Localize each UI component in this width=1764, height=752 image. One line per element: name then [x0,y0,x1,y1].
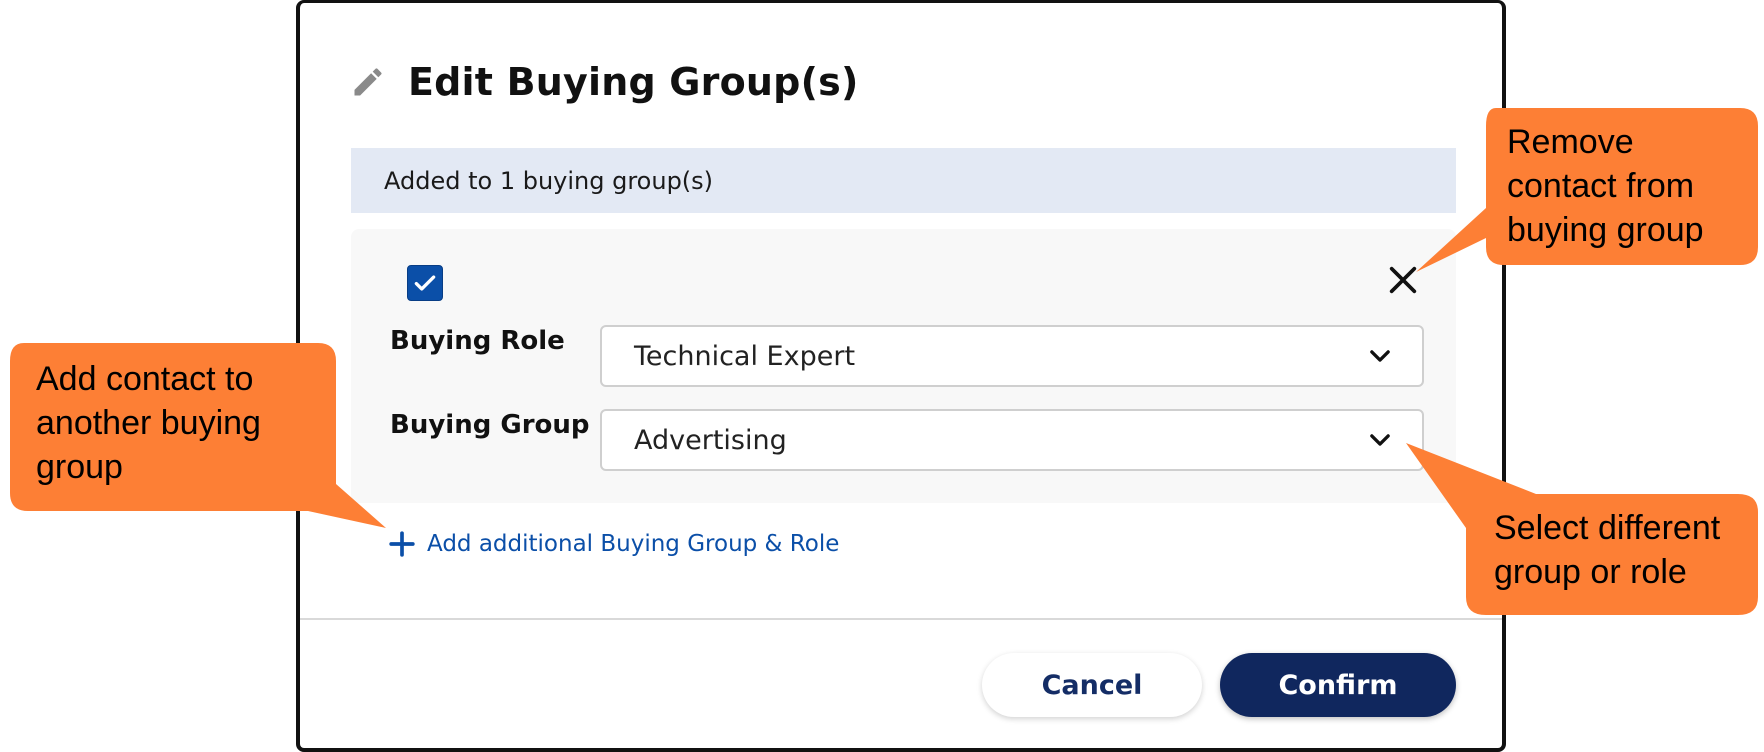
pencil-icon [354,68,382,96]
buying-role-select[interactable]: Technical Expert [600,325,1424,387]
add-callout-line: group [36,448,123,486]
add-callout-text: Add contact to another buying group [36,357,261,489]
remove-group-close-icon[interactable] [1386,263,1420,297]
add-callout-line: Add contact to [36,360,254,398]
checkmark-icon [414,275,436,291]
remove-callout-line: buying group [1507,211,1704,249]
remove-callout-text: Remove contact from buying group [1507,120,1704,252]
select-callout-line: Select different [1494,509,1721,547]
add-callout-line: another buying [36,404,261,442]
group-entry-checkbox[interactable] [407,265,443,301]
cancel-button[interactable]: Cancel [982,653,1202,717]
add-buying-group-link-text: Add additional Buying Group & Role [427,531,840,557]
membership-banner: Added to 1 buying group(s) [351,148,1456,213]
remove-callout-line: Remove [1507,123,1634,161]
buying-group-label: Buying Group [390,410,590,440]
edit-buying-groups-dialog: Edit Buying Group(s) Added to 1 buying g… [296,0,1506,752]
buying-role-value: Technical Expert [634,340,856,372]
buying-group-select[interactable]: Advertising [600,409,1424,471]
dialog-header: Edit Buying Group(s) [350,59,859,105]
confirm-button[interactable]: Confirm [1220,653,1456,717]
chevron-down-icon [1370,434,1390,446]
dialog-title: Edit Buying Group(s) [408,60,859,104]
add-buying-group-link[interactable]: Add additional Buying Group & Role [389,531,839,557]
membership-banner-text: Added to 1 buying group(s) [384,166,714,195]
buying-role-label: Buying Role [390,326,565,356]
buying-group-value: Advertising [634,424,787,456]
remove-callout-line: contact from [1507,167,1695,205]
select-callout-text: Select different group or role [1494,506,1720,594]
select-callout-line: group or role [1494,553,1687,591]
plus-icon [389,531,415,557]
buying-group-entry: Buying Role Technical Expert Buying Grou… [351,229,1456,503]
footer-divider [300,618,1502,620]
chevron-down-icon [1370,350,1390,362]
screenshot-stage: Edit Buying Group(s) Added to 1 buying g… [0,0,1764,752]
